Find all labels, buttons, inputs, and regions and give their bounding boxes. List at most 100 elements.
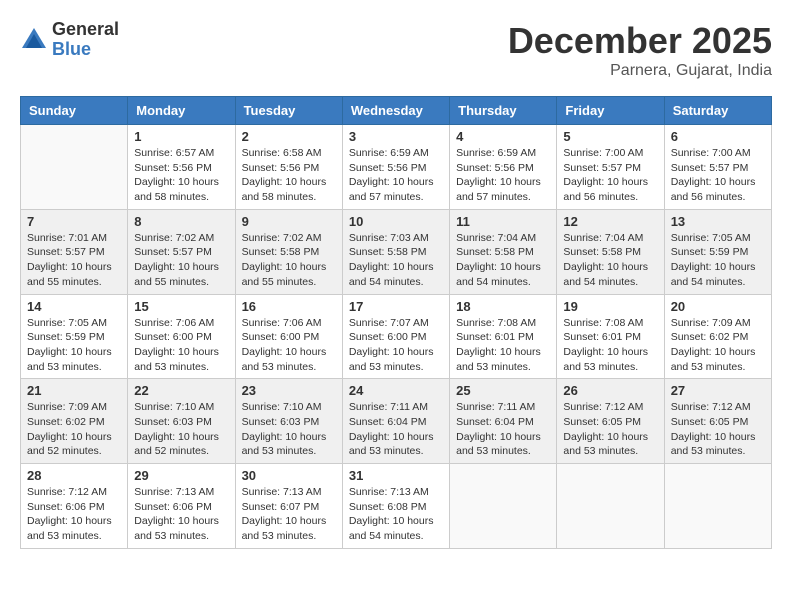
day-info: Sunrise: 7:04 AM Sunset: 5:58 PM Dayligh…	[563, 231, 657, 290]
calendar-cell: 24 Sunrise: 7:11 AM Sunset: 6:04 PM Dayli…	[342, 379, 449, 464]
calendar-day-header: Sunday	[21, 97, 128, 125]
calendar-table: SundayMondayTuesdayWednesdayThursdayFrid…	[20, 96, 772, 549]
day-number: 31	[349, 468, 443, 483]
day-number: 3	[349, 129, 443, 144]
day-info: Sunrise: 7:00 AM Sunset: 5:57 PM Dayligh…	[563, 146, 657, 205]
calendar-cell: 29 Sunrise: 7:13 AM Sunset: 6:06 PM Dayli…	[128, 464, 235, 549]
calendar-cell: 22 Sunrise: 7:10 AM Sunset: 6:03 PM Dayli…	[128, 379, 235, 464]
calendar-day-header: Monday	[128, 97, 235, 125]
calendar-week-row: 7 Sunrise: 7:01 AM Sunset: 5:57 PM Daylig…	[21, 209, 772, 294]
day-number: 24	[349, 383, 443, 398]
day-info: Sunrise: 7:12 AM Sunset: 6:06 PM Dayligh…	[27, 485, 121, 544]
day-info: Sunrise: 7:10 AM Sunset: 6:03 PM Dayligh…	[242, 400, 336, 459]
day-info: Sunrise: 7:11 AM Sunset: 6:04 PM Dayligh…	[349, 400, 443, 459]
day-number: 21	[27, 383, 121, 398]
calendar-cell: 16 Sunrise: 7:06 AM Sunset: 6:00 PM Dayli…	[235, 294, 342, 379]
day-number: 22	[134, 383, 228, 398]
calendar-cell: 12 Sunrise: 7:04 AM Sunset: 5:58 PM Dayli…	[557, 209, 664, 294]
day-number: 19	[563, 299, 657, 314]
logo-text: General Blue	[52, 20, 119, 60]
calendar-cell: 25 Sunrise: 7:11 AM Sunset: 6:04 PM Dayli…	[450, 379, 557, 464]
calendar-week-row: 14Sunrise: 7:05 AM Sunset: 5:59 PM Dayli…	[21, 294, 772, 379]
title-section: December 2025 Parnera, Gujarat, India	[508, 20, 772, 80]
day-info: Sunrise: 7:05 AM Sunset: 5:59 PM Dayligh…	[671, 231, 765, 290]
logo-icon	[20, 26, 48, 54]
day-number: 27	[671, 383, 765, 398]
calendar-cell	[664, 464, 771, 549]
day-info: Sunrise: 7:02 AM Sunset: 5:58 PM Dayligh…	[242, 231, 336, 290]
calendar-day-header: Saturday	[664, 97, 771, 125]
day-number: 16	[242, 299, 336, 314]
calendar-week-row: 28 Sunrise: 7:12 AM Sunset: 6:06 PM Dayli…	[21, 464, 772, 549]
day-number: 9	[242, 214, 336, 229]
calendar-cell: 20Sunrise: 7:09 AM Sunset: 6:02 PM Dayli…	[664, 294, 771, 379]
calendar-cell: 6 Sunrise: 7:00 AM Sunset: 5:57 PM Daylig…	[664, 125, 771, 210]
day-number: 25	[456, 383, 550, 398]
day-info: Sunrise: 7:12 AM Sunset: 6:05 PM Dayligh…	[671, 400, 765, 459]
day-number: 15	[134, 299, 228, 314]
day-number: 28	[27, 468, 121, 483]
day-number: 2	[242, 129, 336, 144]
day-number: 7	[27, 214, 121, 229]
day-number: 4	[456, 129, 550, 144]
day-info: Sunrise: 7:02 AM Sunset: 5:57 PM Dayligh…	[134, 231, 228, 290]
calendar-cell: 8 Sunrise: 7:02 AM Sunset: 5:57 PM Daylig…	[128, 209, 235, 294]
day-number: 5	[563, 129, 657, 144]
day-info: Sunrise: 7:04 AM Sunset: 5:58 PM Dayligh…	[456, 231, 550, 290]
calendar-cell: 17Sunrise: 7:07 AM Sunset: 6:00 PM Dayli…	[342, 294, 449, 379]
day-info: Sunrise: 6:57 AM Sunset: 5:56 PM Dayligh…	[134, 146, 228, 205]
day-info: Sunrise: 7:13 AM Sunset: 6:08 PM Dayligh…	[349, 485, 443, 544]
day-info: Sunrise: 7:09 AM Sunset: 6:02 PM Dayligh…	[671, 316, 765, 375]
month-title: December 2025	[508, 20, 772, 62]
calendar-cell: 10Sunrise: 7:03 AM Sunset: 5:58 PM Dayli…	[342, 209, 449, 294]
day-number: 26	[563, 383, 657, 398]
calendar-cell: 1 Sunrise: 6:57 AM Sunset: 5:56 PM Daylig…	[128, 125, 235, 210]
calendar-cell: 27 Sunrise: 7:12 AM Sunset: 6:05 PM Dayli…	[664, 379, 771, 464]
calendar-cell: 3Sunrise: 6:59 AM Sunset: 5:56 PM Daylig…	[342, 125, 449, 210]
day-info: Sunrise: 7:05 AM Sunset: 5:59 PM Dayligh…	[27, 316, 121, 375]
calendar-cell: 4Sunrise: 6:59 AM Sunset: 5:56 PM Daylig…	[450, 125, 557, 210]
calendar-day-header: Thursday	[450, 97, 557, 125]
calendar-cell: 7 Sunrise: 7:01 AM Sunset: 5:57 PM Daylig…	[21, 209, 128, 294]
day-info: Sunrise: 7:10 AM Sunset: 6:03 PM Dayligh…	[134, 400, 228, 459]
day-info: Sunrise: 6:58 AM Sunset: 5:56 PM Dayligh…	[242, 146, 336, 205]
day-info: Sunrise: 7:03 AM Sunset: 5:58 PM Dayligh…	[349, 231, 443, 290]
day-number: 29	[134, 468, 228, 483]
day-number: 1	[134, 129, 228, 144]
day-info: Sunrise: 7:01 AM Sunset: 5:57 PM Dayligh…	[27, 231, 121, 290]
day-info: Sunrise: 7:08 AM Sunset: 6:01 PM Dayligh…	[456, 316, 550, 375]
calendar-cell: 5 Sunrise: 7:00 AM Sunset: 5:57 PM Daylig…	[557, 125, 664, 210]
page-header: General Blue December 2025 Parnera, Guja…	[20, 20, 772, 80]
calendar-cell: 14Sunrise: 7:05 AM Sunset: 5:59 PM Dayli…	[21, 294, 128, 379]
calendar-cell: 28 Sunrise: 7:12 AM Sunset: 6:06 PM Dayli…	[21, 464, 128, 549]
day-number: 6	[671, 129, 765, 144]
day-info: Sunrise: 7:06 AM Sunset: 6:00 PM Dayligh…	[242, 316, 336, 375]
calendar-day-header: Tuesday	[235, 97, 342, 125]
day-info: Sunrise: 7:11 AM Sunset: 6:04 PM Dayligh…	[456, 400, 550, 459]
calendar-cell: 2 Sunrise: 6:58 AM Sunset: 5:56 PM Daylig…	[235, 125, 342, 210]
day-number: 12	[563, 214, 657, 229]
day-info: Sunrise: 7:12 AM Sunset: 6:05 PM Dayligh…	[563, 400, 657, 459]
logo-general: General	[52, 20, 119, 40]
day-info: Sunrise: 7:13 AM Sunset: 6:06 PM Dayligh…	[134, 485, 228, 544]
calendar-cell: 9 Sunrise: 7:02 AM Sunset: 5:58 PM Daylig…	[235, 209, 342, 294]
calendar-cell	[557, 464, 664, 549]
day-info: Sunrise: 7:00 AM Sunset: 5:57 PM Dayligh…	[671, 146, 765, 205]
calendar-day-header: Wednesday	[342, 97, 449, 125]
calendar-cell: 18Sunrise: 7:08 AM Sunset: 6:01 PM Dayli…	[450, 294, 557, 379]
calendar-header-row: SundayMondayTuesdayWednesdayThursdayFrid…	[21, 97, 772, 125]
day-info: Sunrise: 7:06 AM Sunset: 6:00 PM Dayligh…	[134, 316, 228, 375]
calendar-week-row: 1 Sunrise: 6:57 AM Sunset: 5:56 PM Daylig…	[21, 125, 772, 210]
calendar-cell	[21, 125, 128, 210]
calendar-cell: 21Sunrise: 7:09 AM Sunset: 6:02 PM Dayli…	[21, 379, 128, 464]
calendar-cell: 15 Sunrise: 7:06 AM Sunset: 6:00 PM Dayli…	[128, 294, 235, 379]
day-number: 11	[456, 214, 550, 229]
day-info: Sunrise: 7:13 AM Sunset: 6:07 PM Dayligh…	[242, 485, 336, 544]
calendar-cell: 13Sunrise: 7:05 AM Sunset: 5:59 PM Dayli…	[664, 209, 771, 294]
calendar-cell: 31 Sunrise: 7:13 AM Sunset: 6:08 PM Dayli…	[342, 464, 449, 549]
calendar-cell: 30Sunrise: 7:13 AM Sunset: 6:07 PM Dayli…	[235, 464, 342, 549]
logo: General Blue	[20, 20, 119, 60]
day-number: 8	[134, 214, 228, 229]
calendar-cell: 23Sunrise: 7:10 AM Sunset: 6:03 PM Dayli…	[235, 379, 342, 464]
day-info: Sunrise: 7:07 AM Sunset: 6:00 PM Dayligh…	[349, 316, 443, 375]
